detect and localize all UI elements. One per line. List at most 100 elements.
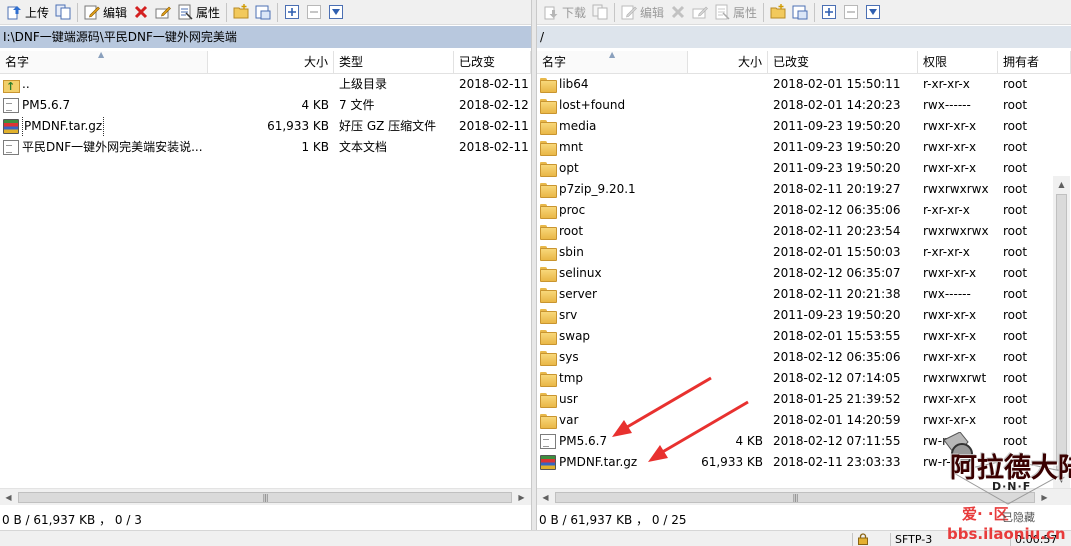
new-folder-icon [770,4,786,20]
local-horizontal-scrollbar[interactable]: ◀ ||| ▶ [0,488,531,505]
edit-button[interactable]: 编辑 [81,2,130,23]
column-modified[interactable]: 已改变 [768,51,918,73]
file-row[interactable]: lost+found 2018-02-01 14:20:23 rwx------ ro… [537,95,1071,116]
file-row[interactable]: lib64 2018-02-01 15:50:11 r-xr-xr-x root [537,74,1071,95]
file-row[interactable]: p7zip_9.20.1 2018-02-11 20:19:27 rwxrwxrwx… [537,179,1071,200]
file-row[interactable]: server 2018-02-11 20:21:38 rwx------ root [537,284,1071,305]
folder-icon [540,330,557,345]
file-row[interactable]: usr 2018-01-25 21:39:52 rwxr-xr-x root [537,389,1071,410]
local-path-bar[interactable]: I:\DNF一键端源码\平民DNF一键外网完美端 [0,26,531,48]
cell-type: 7 文件 [339,98,375,112]
cell-modified: 2018-02-12 06:35:06 [773,350,901,364]
cell-name: selinux [537,263,688,284]
remote-expand-button[interactable] [818,2,840,23]
upload-button[interactable]: 上传 [3,2,52,23]
file-row[interactable]: PMDNF.tar.gz 61,933 KB 好压 GZ 压缩文件 2018-02-1… [0,116,531,137]
folder-icon [540,288,557,303]
cell-name: lib64 [537,74,688,95]
column-type[interactable]: 类型 [334,51,454,73]
folder-icon [540,267,557,282]
file-row[interactable]: mnt 2011-09-23 19:50:20 rwxr-xr-x root [537,137,1071,158]
file-row[interactable]: tmp 2018-02-12 07:14:05 rwxrwxrwt root [537,368,1071,389]
remote-edit-button[interactable]: 编辑 [618,2,667,23]
upload-options-button[interactable] [52,2,74,23]
file-row[interactable]: 平民DNF一键外网完美端安装说... 1 KB 文本文档 2018-02-11 [0,137,531,158]
cell-name: lost+found [537,95,688,116]
file-row[interactable]: swap 2018-02-01 15:53:55 rwxr-xr-x root [537,326,1071,347]
toolbar-separator [277,2,279,22]
column-modified[interactable]: 已改变 [454,51,531,73]
file-row[interactable]: srv 2011-09-23 19:50:20 rwxr-xr-x root [537,305,1071,326]
folder-icon [540,246,557,261]
collapse-button[interactable] [303,2,325,23]
file-row[interactable]: var 2018-02-01 14:20:59 rwxr-xr-x root [537,410,1071,431]
cell-name: proc [537,200,688,221]
cell-name: PM5.6.7 [0,95,208,116]
file-row[interactable]: opt 2011-09-23 19:50:20 rwxr-xr-x root [537,158,1071,179]
cell-size [688,200,768,221]
remote-rename-button[interactable] [689,2,711,23]
column-name[interactable]: 名字 ▲ [0,51,208,73]
file-row[interactable]: sys 2018-02-12 06:35:06 rwxr-xr-x root [537,347,1071,368]
grip-icon: ||| [792,493,798,502]
file-row[interactable]: .. 上级目录 2018-02-11 [0,74,531,95]
cell-name: swap [537,326,688,347]
scroll-left-icon[interactable]: ◀ [0,489,17,506]
column-size[interactable]: 大小 [208,51,334,73]
folder-icon [540,414,557,429]
file-row[interactable]: selinux 2018-02-12 06:35:07 rwxr-xr-x root [537,263,1071,284]
file-row[interactable]: media 2011-09-23 19:50:20 rwxr-xr-x root [537,116,1071,137]
remote-new-folder-button[interactable] [767,2,789,23]
scroll-left-icon[interactable]: ◀ [537,489,554,506]
cell-name: usr [537,389,688,410]
cell-size [688,368,768,389]
rename-button[interactable] [152,2,174,23]
window-status-bar: SFTP-3 0:00:57 [0,530,1071,546]
remote-collapse-button[interactable] [840,2,862,23]
column-size[interactable]: 大小 [688,51,768,73]
file-name: .. [22,77,30,91]
filter-button[interactable] [325,2,347,23]
cell-name: PMDNF.tar.gz [537,452,688,473]
folder-icon [540,120,557,135]
column-name[interactable]: 名字 ▲ [537,51,688,73]
file-row[interactable]: sbin 2018-02-01 15:50:03 r-xr-xr-x root [537,242,1071,263]
cell-modified: 2018-02-11 [459,140,529,154]
column-owner[interactable]: 拥有者 [998,51,1071,73]
file-name: root [559,224,584,238]
watermark-url-text: bbs.ilaoniu.cn [947,525,1066,543]
scroll-up-icon[interactable]: ▲ [1053,176,1070,193]
remote-delete-button[interactable] [667,2,689,23]
cell-type: 好压 GZ 压缩文件 [339,119,437,133]
file-row[interactable]: PM5.6.7 4 KB 7 文件 2018-02-12 [0,95,531,116]
remote-path: / [540,30,545,44]
download-options-button[interactable] [589,2,611,23]
remote-open-folder-button[interactable] [789,2,811,23]
remote-toolbar: 下载 编辑 属性 [537,0,1071,25]
cell-name: sys [537,347,688,368]
file-icon [3,98,19,113]
new-folder-button[interactable] [230,2,252,23]
remote-properties-button[interactable]: 属性 [711,2,760,23]
remote-vertical-thumb[interactable] [1056,194,1067,470]
cell-permissions: rwxrwxrwx [923,182,989,196]
file-name: var [559,413,579,427]
cell-size [688,410,768,431]
cell-modified: 2018-02-01 14:20:23 [773,98,901,112]
remote-path-bar[interactable]: / [537,26,1071,48]
delete-button[interactable] [130,2,152,23]
remote-column-header: 名字 ▲ 大小 已改变 权限 拥有者 [537,51,1071,74]
column-permissions[interactable]: 权限 [918,51,998,73]
open-folder-button[interactable] [252,2,274,23]
expand-button[interactable] [281,2,303,23]
file-name: mnt [559,140,583,154]
file-row[interactable]: root 2018-02-11 20:23:54 rwxrwxrwx root [537,221,1071,242]
file-row[interactable]: proc 2018-02-12 06:35:06 r-xr-xr-x root [537,200,1071,221]
remote-filter-button[interactable] [862,2,884,23]
cell-size [688,137,768,158]
local-scroll-thumb[interactable]: ||| [18,492,512,503]
download-button[interactable]: 下载 [540,2,589,23]
properties-button[interactable]: 属性 [174,2,223,23]
scroll-right-icon[interactable]: ▶ [513,489,530,506]
cell-name: tmp [537,368,688,389]
